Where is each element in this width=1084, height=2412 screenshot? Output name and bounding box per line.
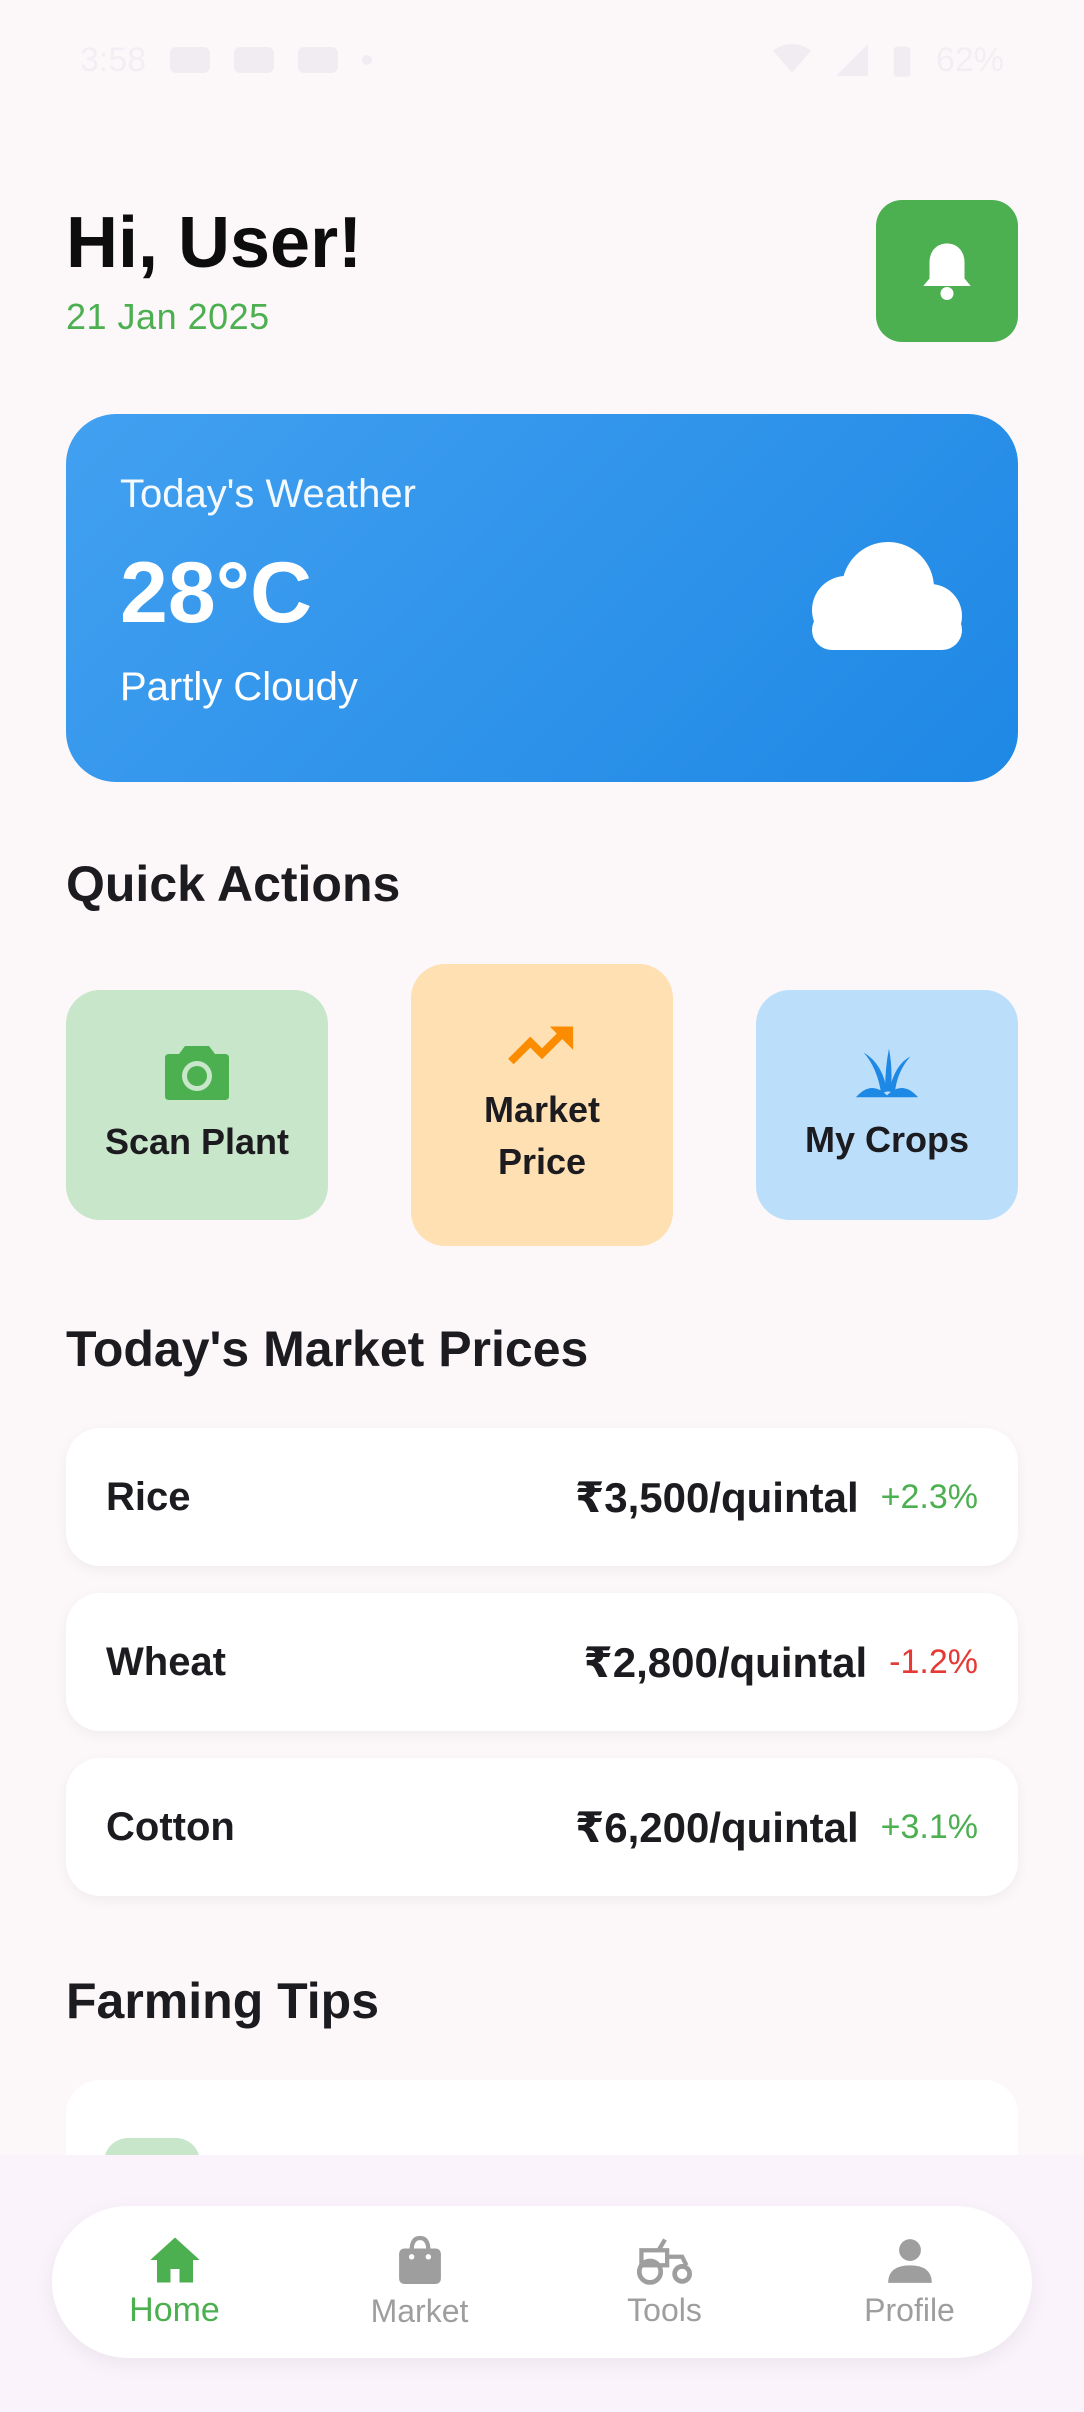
crop-price: ₹3,500/quintal (574, 1473, 859, 1521)
crop-name: Rice (106, 1474, 191, 1519)
status-right: 62% (772, 41, 1004, 80)
signal-icon (835, 44, 868, 76)
bottom-navigation: Home Market Tools Profile (52, 2206, 1032, 2358)
battery-level: 62% (935, 40, 1004, 79)
notifications-button[interactable] (876, 200, 1018, 342)
battery-icon (893, 46, 911, 77)
tractor-icon (636, 2237, 692, 2285)
price-change: +3.1% (880, 1807, 978, 1846)
wifi-icon (772, 44, 812, 73)
notification-icon (170, 47, 211, 73)
weather-condition: Partly Cloudy (120, 665, 358, 709)
market-price-label: Market Price (483, 1089, 601, 1182)
status-bar: 3:58 62% (0, 0, 1084, 120)
weather-label: Today's Weather (120, 472, 416, 516)
nav-home[interactable]: Home (75, 2235, 275, 2330)
my-crops-button[interactable]: My Crops (756, 990, 1018, 1220)
nav-tools[interactable]: Tools (565, 2236, 765, 2329)
scan-plant-button[interactable]: Scan Plant (66, 990, 328, 1220)
trending-up-icon (507, 1022, 577, 1070)
price-change: -1.2% (889, 1642, 978, 1681)
notification-icon (298, 47, 339, 73)
status-left: 3:58 (80, 40, 373, 80)
person-icon (887, 2238, 932, 2283)
cloud-icon (812, 542, 962, 650)
crop-price: ₹2,800/quintal (583, 1638, 868, 1686)
nav-label: Home (129, 2290, 220, 2329)
farming-tips-title: Farming Tips (66, 1973, 380, 2029)
grass-icon (852, 1044, 922, 1100)
nav-profile[interactable]: Profile (810, 2236, 1010, 2329)
price-row-cotton[interactable]: Cotton ₹6,200/quintal +3.1% (66, 1758, 1018, 1896)
weather-card[interactable]: Today's Weather 28°C Partly Cloudy (66, 414, 1018, 782)
nav-label: Market (370, 2292, 469, 2329)
market-price-button[interactable]: Market Price (411, 964, 673, 1246)
price-row-wheat[interactable]: Wheat ₹2,800/quintal -1.2% (66, 1593, 1018, 1731)
nav-label: Tools (627, 2291, 702, 2328)
home-icon (149, 2237, 200, 2282)
header: Hi, User! 21 Jan 2025 (66, 200, 1018, 350)
crop-name: Cotton (106, 1804, 235, 1849)
shopping-bag-icon (398, 2235, 441, 2284)
price-row-rice[interactable]: Rice ₹3,500/quintal +2.3% (66, 1428, 1018, 1566)
nav-label: Profile (864, 2291, 955, 2328)
nav-market[interactable]: Market (320, 2235, 520, 2330)
crop-price: ₹6,200/quintal (574, 1803, 859, 1851)
status-time: 3:58 (80, 40, 147, 79)
camera-icon (163, 1042, 231, 1102)
crop-name: Wheat (106, 1639, 226, 1684)
more-notifications-icon (362, 55, 373, 65)
bell-icon (923, 243, 971, 300)
scan-plant-label: Scan Plant (104, 1121, 290, 1162)
quick-actions-title: Quick Actions (66, 856, 401, 912)
notification-icon (234, 47, 275, 73)
my-crops-label: My Crops (804, 1119, 970, 1160)
market-prices-title: Today's Market Prices (66, 1321, 589, 1377)
price-change: +2.3% (880, 1477, 978, 1516)
